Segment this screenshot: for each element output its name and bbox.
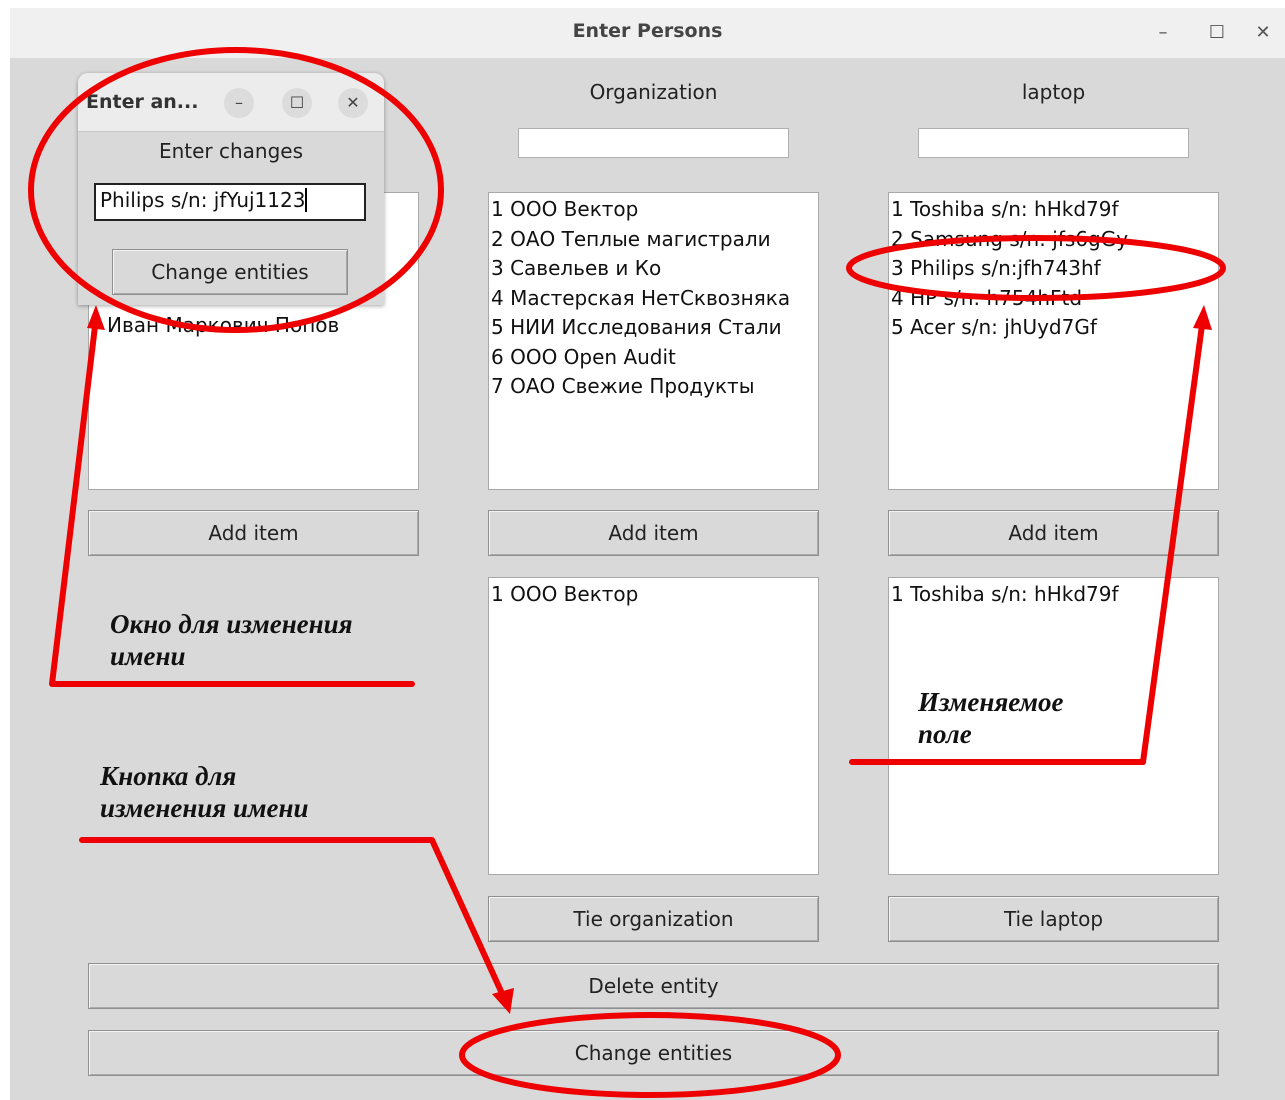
window-arrowhead bbox=[87, 305, 105, 330]
field-arrowhead bbox=[1193, 305, 1212, 330]
window-pointer-line bbox=[49, 315, 415, 687]
button-arrowhead bbox=[492, 988, 514, 1014]
field-highlight-ellipse bbox=[846, 235, 1226, 301]
field-pointer-line bbox=[849, 315, 1206, 765]
annotation-overlay bbox=[28, 47, 1226, 1098]
button-pointer-line bbox=[79, 837, 508, 1003]
button-highlight-ellipse bbox=[459, 1012, 841, 1098]
dialog-highlight-ellipse bbox=[28, 47, 444, 333]
